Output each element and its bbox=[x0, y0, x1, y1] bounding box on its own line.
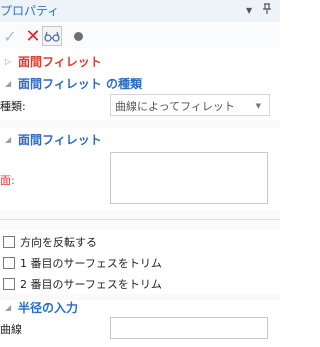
dropdown-icon[interactable]: ▼ bbox=[246, 6, 252, 15]
toolbar: ✓ ✕ bbox=[0, 24, 280, 48]
collapse-arrow-icon[interactable]: ◢ bbox=[5, 135, 18, 144]
option-label: 方向を反転する bbox=[20, 236, 97, 249]
option-trim-second[interactable]: 2 番目のサーフェスをトリム bbox=[0, 275, 162, 293]
expand-arrow-icon[interactable]: ▷ bbox=[5, 57, 18, 66]
option-label: 1 番目のサーフェスをトリム bbox=[20, 257, 162, 270]
feature-title: 面間フィレット bbox=[18, 54, 102, 69]
section-radius-title: 半径の入力 bbox=[18, 300, 79, 315]
type-select[interactable]: 曲線によってフィレット ▼ bbox=[110, 94, 270, 116]
collapse-arrow-icon[interactable]: ◢ bbox=[5, 303, 18, 312]
curve-input[interactable] bbox=[110, 317, 268, 339]
section-type-header[interactable]: ◢ 面間フィレット の種類 bbox=[0, 74, 142, 92]
option-label: 2 番目のサーフェスをトリム bbox=[20, 278, 162, 291]
curve-label: 曲線 bbox=[0, 323, 22, 336]
circle-icon[interactable] bbox=[68, 26, 88, 46]
section-divider bbox=[0, 210, 280, 230]
collapse-arrow-icon[interactable]: ◢ bbox=[5, 79, 18, 88]
close-icon[interactable]: ✕ bbox=[23, 26, 43, 47]
type-label: 種類: bbox=[0, 100, 26, 113]
section-type-title: 面間フィレット の種類 bbox=[18, 76, 142, 91]
option-trim-first[interactable]: 1 番目のサーフェスをトリム bbox=[0, 254, 162, 272]
titlebar: プロパティ ▼ bbox=[0, 0, 280, 22]
check-icon[interactable]: ✓ bbox=[0, 26, 20, 46]
reverse-checkbox[interactable] bbox=[3, 236, 15, 248]
feature-header[interactable]: ▷ 面間フィレット bbox=[0, 52, 102, 70]
pin-icon[interactable] bbox=[262, 3, 272, 18]
trim-first-checkbox[interactable] bbox=[3, 257, 15, 269]
section-divider bbox=[0, 120, 280, 128]
divider-line bbox=[0, 219, 280, 220]
trim-second-checkbox[interactable] bbox=[3, 278, 15, 290]
section-faces-header[interactable]: ◢ 面間フィレット bbox=[0, 130, 102, 148]
face-selection-box[interactable] bbox=[110, 152, 268, 204]
section-faces-title: 面間フィレット bbox=[18, 132, 102, 147]
face-label: 面: bbox=[0, 174, 15, 187]
glasses-icon[interactable] bbox=[42, 26, 62, 46]
type-select-value: 曲線によってフィレット bbox=[115, 100, 235, 113]
panel-title: プロパティ bbox=[0, 4, 60, 18]
section-radius-header[interactable]: ◢ 半径の入力 bbox=[0, 298, 78, 316]
option-reverse[interactable]: 方向を反転する bbox=[0, 233, 97, 251]
chevron-down-icon: ▼ bbox=[255, 102, 261, 110]
